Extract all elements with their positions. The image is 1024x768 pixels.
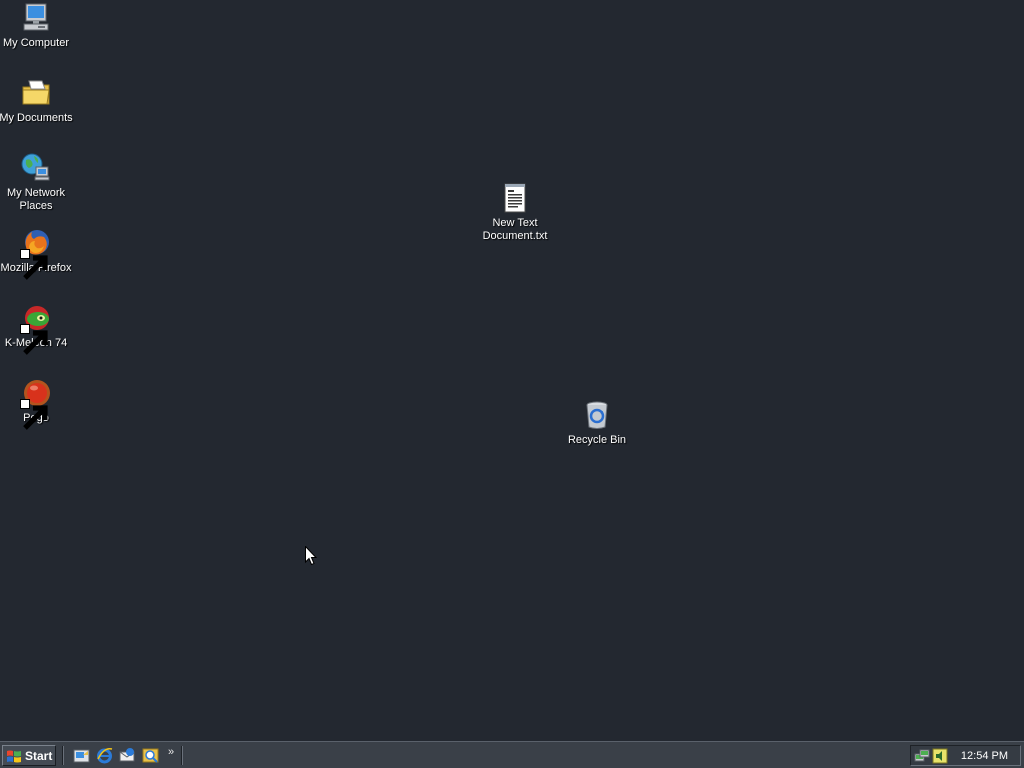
desktop-icon-recycle-bin[interactable]: Recycle Bin xyxy=(560,399,634,447)
desktop-icon-my-computer[interactable]: My Computer xyxy=(0,2,73,50)
windows-media-icon[interactable] xyxy=(142,747,159,764)
taskbar: Start » 12:54 PM xyxy=(0,741,1024,768)
outlook-express-icon[interactable] xyxy=(119,747,136,764)
desktop-icon-label: Recycle Bin xyxy=(567,434,627,446)
recycle-bin-icon xyxy=(581,399,613,431)
taskbar-separator xyxy=(62,746,64,765)
quick-launch-overflow-button[interactable]: » xyxy=(168,746,174,758)
desktop-icon-mozilla-firefox[interactable]: Mozilla Firefox xyxy=(0,227,73,280)
windows-logo-icon xyxy=(6,748,22,764)
desktop-icon-pego[interactable]: Pego xyxy=(0,377,73,430)
computer-icon xyxy=(20,2,52,34)
shortcut-arrow-icon xyxy=(20,249,48,280)
desktop-icon-k-meleon[interactable]: K-Meleon 74 xyxy=(0,302,73,355)
desktop-icon-label: My Network Places xyxy=(6,187,66,212)
desktop-icon-label: New Text Document.txt xyxy=(482,217,548,242)
network-places-icon xyxy=(20,152,52,184)
pego-icon xyxy=(20,377,52,430)
desktop-icon-my-documents[interactable]: My Documents xyxy=(0,77,73,125)
shortcut-arrow-icon xyxy=(20,324,48,355)
system-tray: 12:54 PM xyxy=(910,745,1021,766)
desktop-icon-my-network-places[interactable]: My Network Places xyxy=(0,152,73,213)
desktop-icon-new-text-document[interactable]: New Text Document.txt xyxy=(478,182,552,243)
desktop[interactable]: My Computer My Documents My Network Plac… xyxy=(0,0,1024,741)
start-button-label: Start xyxy=(25,748,53,763)
volume-tray-icon[interactable] xyxy=(932,748,948,764)
desktop-icon-label: My Documents xyxy=(0,112,73,124)
show-desktop-icon[interactable] xyxy=(73,747,90,764)
mouse-cursor-icon xyxy=(305,545,318,566)
documents-folder-icon xyxy=(20,77,52,109)
network-tray-icon[interactable] xyxy=(914,748,930,764)
taskbar-separator xyxy=(181,746,183,765)
text-document-icon xyxy=(499,182,531,214)
desktop-icon-label: My Computer xyxy=(2,37,70,49)
internet-explorer-icon[interactable] xyxy=(96,747,113,764)
kmeleon-icon xyxy=(20,302,52,355)
taskbar-clock[interactable]: 12:54 PM xyxy=(961,750,1008,762)
start-button[interactable]: Start xyxy=(2,745,56,766)
shortcut-arrow-icon xyxy=(20,399,48,430)
firefox-icon xyxy=(20,227,52,280)
